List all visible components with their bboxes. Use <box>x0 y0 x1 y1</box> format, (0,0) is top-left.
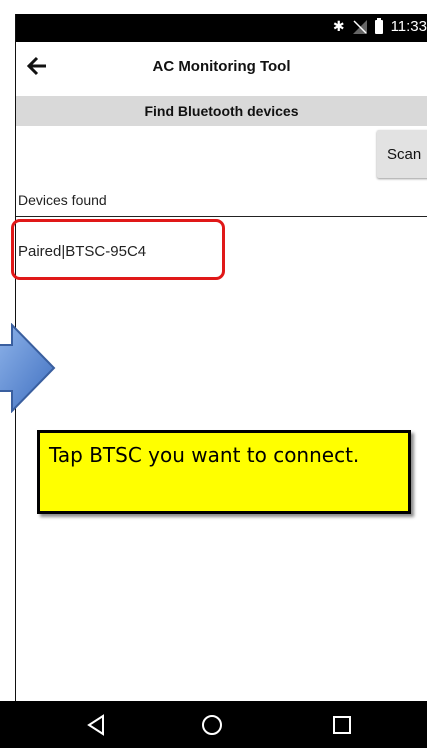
instruction-tooltip: Tap BTSC you want to connect. <box>37 430 411 514</box>
highlight-box <box>11 219 225 280</box>
bluetooth-icon: ✱ <box>332 18 345 35</box>
app-bar: AC Monitoring Tool <box>16 42 427 90</box>
navigation-bar <box>0 701 427 748</box>
recents-square-icon[interactable] <box>328 711 356 739</box>
pointer-arrow-icon <box>0 323 56 413</box>
home-circle-icon[interactable] <box>198 711 226 739</box>
section-title: Find Bluetooth devices <box>16 96 427 126</box>
phone-screen: ✱ 11:33 AC Monitoring Tool Find Bluetoot… <box>16 14 427 748</box>
status-icons: ✱ 11:33 <box>332 17 427 35</box>
devices-found-label: Devices found <box>18 192 107 208</box>
no-signal-icon <box>352 19 367 34</box>
app-title: AC Monitoring Tool <box>152 58 291 75</box>
battery-icon <box>374 17 383 34</box>
back-triangle-icon[interactable] <box>83 711 111 739</box>
status-time: 11:33 <box>390 18 427 35</box>
scan-button[interactable]: Scan <box>377 130 427 178</box>
divider <box>16 216 427 217</box>
status-bar: ✱ 11:33 <box>16 14 427 42</box>
